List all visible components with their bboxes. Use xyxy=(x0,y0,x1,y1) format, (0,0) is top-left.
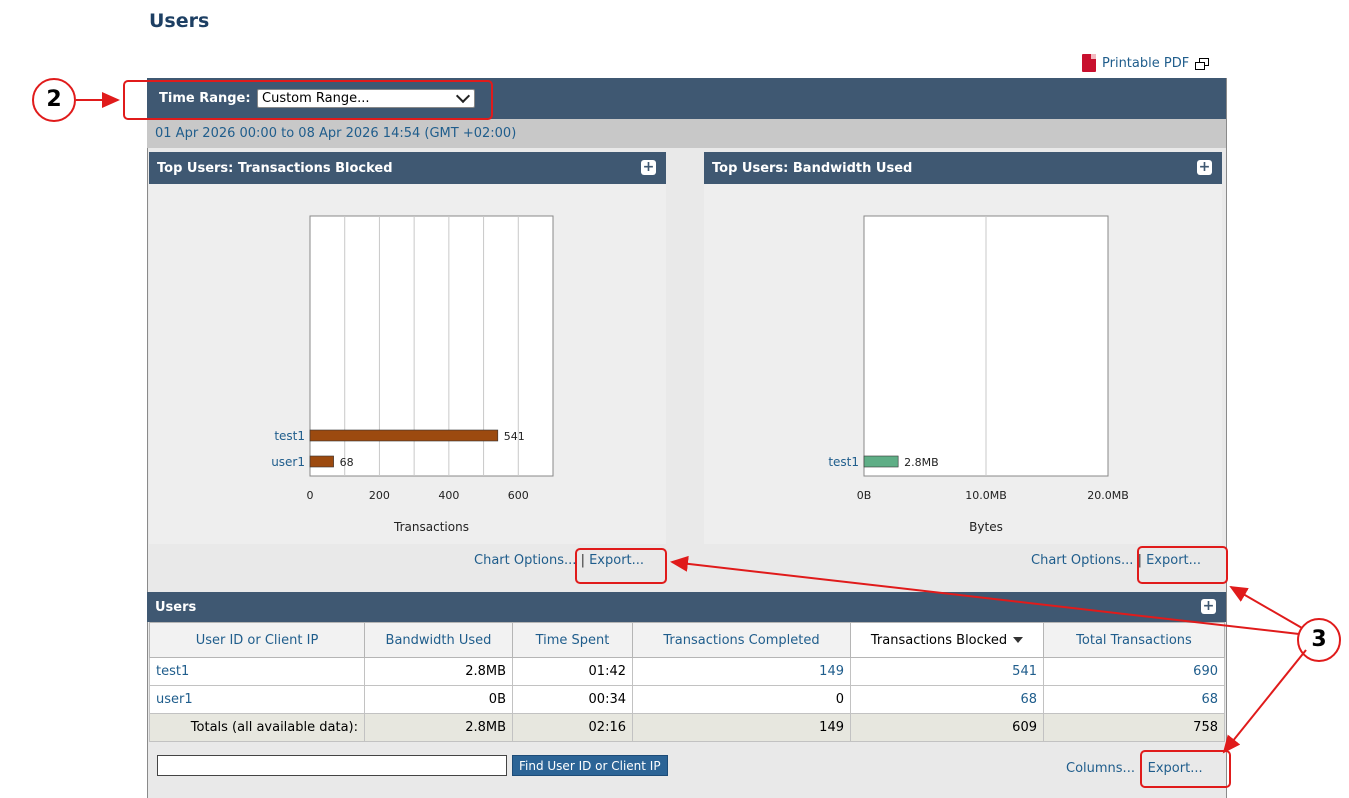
annotation-arrows xyxy=(76,92,1307,754)
arrow-to-export-table xyxy=(1222,649,1307,754)
arrow-to-export-blocked xyxy=(670,555,1300,635)
arrow-to-export-bandwidth xyxy=(1229,585,1303,629)
